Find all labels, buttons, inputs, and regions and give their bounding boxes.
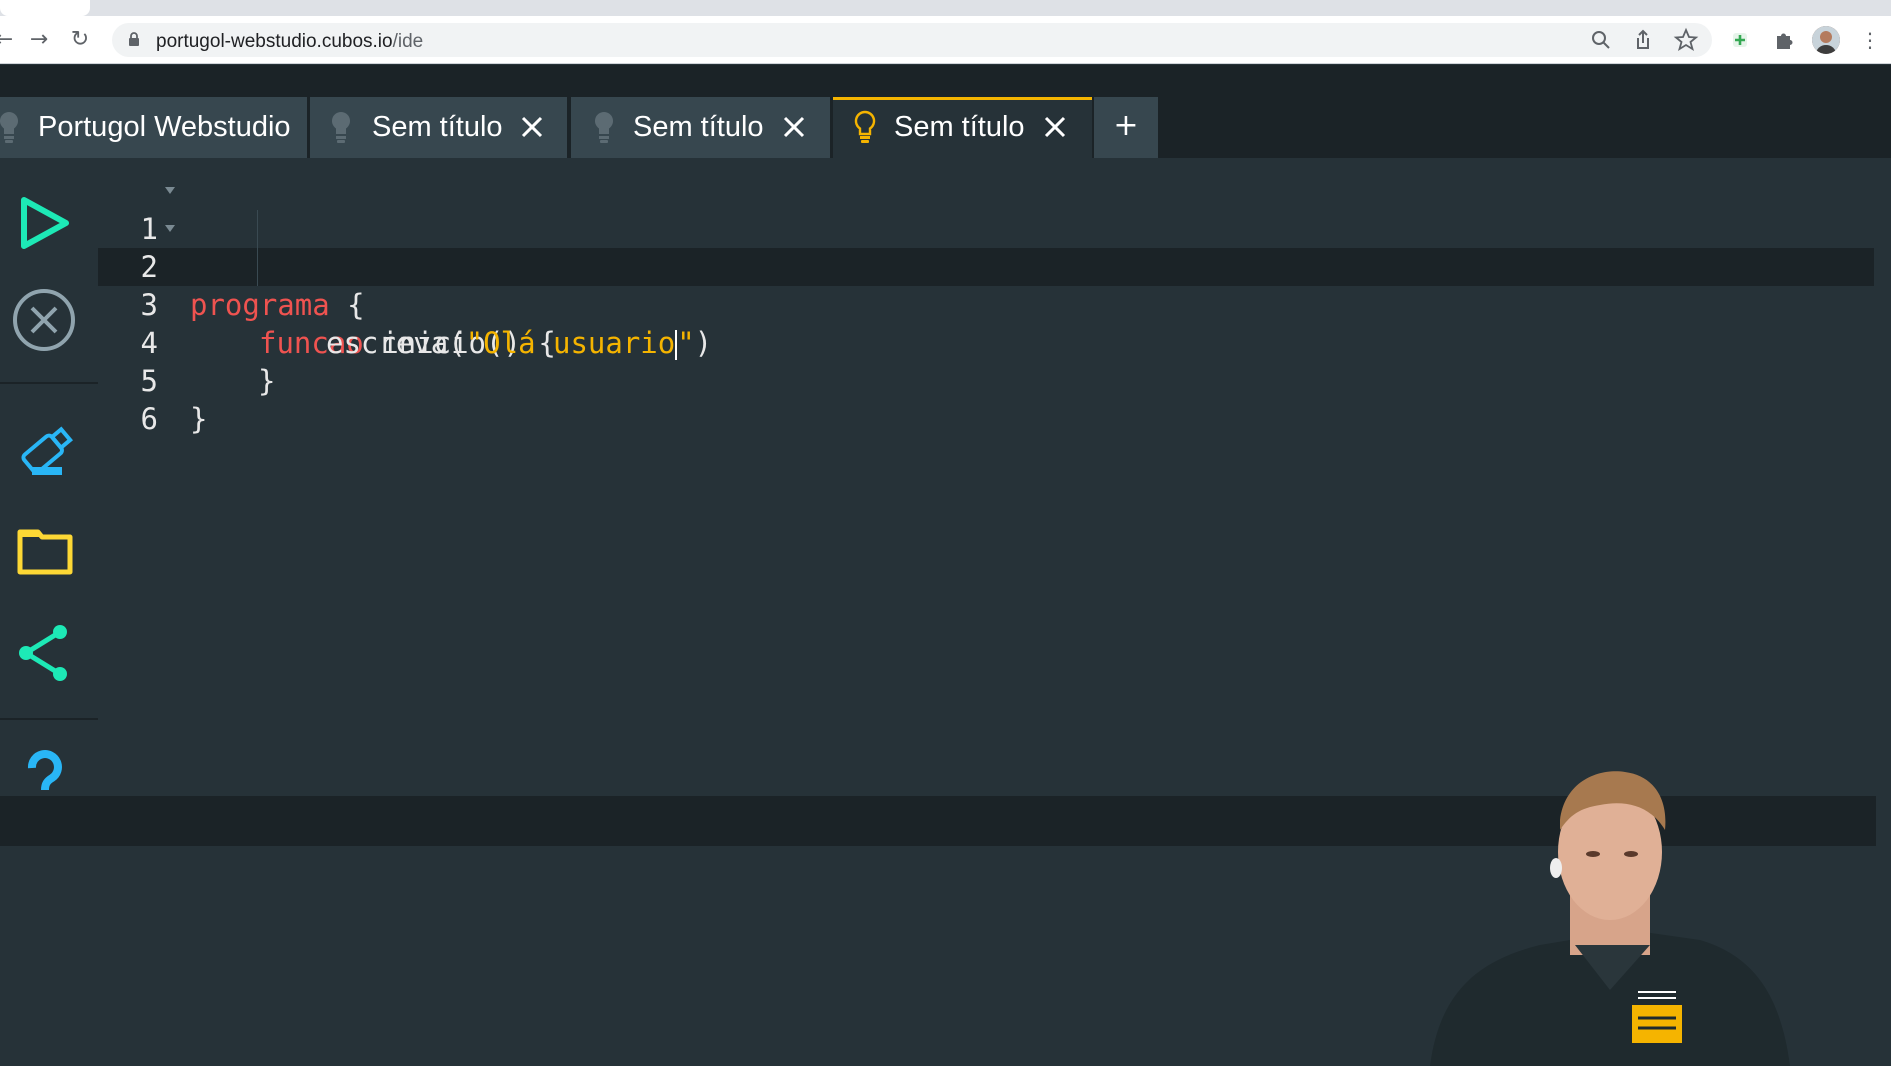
help-icon[interactable] <box>10 748 80 796</box>
app-header-strip <box>0 65 1891 97</box>
puzzle-icon[interactable] <box>1770 26 1798 54</box>
lightbulb-icon <box>331 111 351 143</box>
code-line-active: 3 escreva("Olá usuario") <box>98 248 712 360</box>
code-line: 2 funcao inicio() { <box>98 210 556 360</box>
star-icon[interactable] <box>1672 26 1700 54</box>
code-line: 4 } <box>98 286 276 398</box>
line-number: 6 <box>140 402 158 436</box>
lightbulb-icon <box>0 111 19 143</box>
lock-icon <box>129 32 139 46</box>
kebab-menu-icon[interactable]: ⋮ <box>1856 26 1884 54</box>
indent-guide <box>257 210 258 286</box>
fold-arrow-icon[interactable] <box>165 225 175 232</box>
tab-home[interactable]: Portugol Webstudio <box>0 97 307 158</box>
forward-icon[interactable]: → <box>25 26 53 54</box>
browser-tab[interactable] <box>412 0 1891 16</box>
lightbulb-icon <box>594 111 614 143</box>
sidebar-divider <box>0 718 98 720</box>
share-icon[interactable] <box>1629 26 1657 54</box>
close-icon[interactable] <box>1042 114 1068 140</box>
tab-untitled-2[interactable]: Sem título <box>571 97 830 158</box>
tab-untitled-1[interactable]: Sem título <box>310 97 567 158</box>
run-icon[interactable] <box>10 188 80 258</box>
code-line: 1 programa { <box>98 172 365 322</box>
close-icon[interactable] <box>519 114 545 140</box>
sidebar-divider <box>0 382 98 384</box>
fold-arrow-icon[interactable] <box>165 187 175 194</box>
code-line: 5 } <box>98 324 208 436</box>
add-tab-button[interactable]: + <box>1094 97 1158 158</box>
back-icon[interactable]: ← <box>0 26 18 54</box>
browser-toolbar: ← → ↻ portugol-webstudio.cubos.io/ide ⋮ <box>0 16 1891 64</box>
sidebar <box>0 158 98 796</box>
address-bar[interactable]: portugol-webstudio.cubos.io/ide <box>112 23 1712 57</box>
code-editor[interactable]: 1 programa { 2 funcao inicio() { 3 escre… <box>98 158 1891 796</box>
save-usb-icon[interactable] <box>10 417 80 487</box>
reload-icon[interactable]: ↻ <box>66 26 94 54</box>
stop-icon[interactable] <box>10 285 80 355</box>
browser-tab[interactable] <box>0 0 90 16</box>
editor-tabs: Portugol Webstudio Sem título Sem título… <box>0 97 1891 158</box>
lightbulb-icon <box>854 110 876 143</box>
share-icon[interactable] <box>10 618 80 688</box>
active-line-highlight <box>98 248 1874 286</box>
url-text: portugol-webstudio.cubos.io/ide <box>156 31 424 52</box>
profile-avatar[interactable] <box>1812 26 1840 54</box>
close-icon[interactable] <box>781 114 807 140</box>
zoom-icon[interactable] <box>1587 26 1615 54</box>
webcam-presenter <box>1430 771 1790 1066</box>
tab-untitled-active[interactable]: Sem título <box>833 97 1092 158</box>
code-line: 6 <box>98 362 168 436</box>
browser-tabstrip <box>0 0 1891 16</box>
folder-icon[interactable] <box>10 516 80 586</box>
extension-plus-icon[interactable] <box>1726 26 1754 54</box>
